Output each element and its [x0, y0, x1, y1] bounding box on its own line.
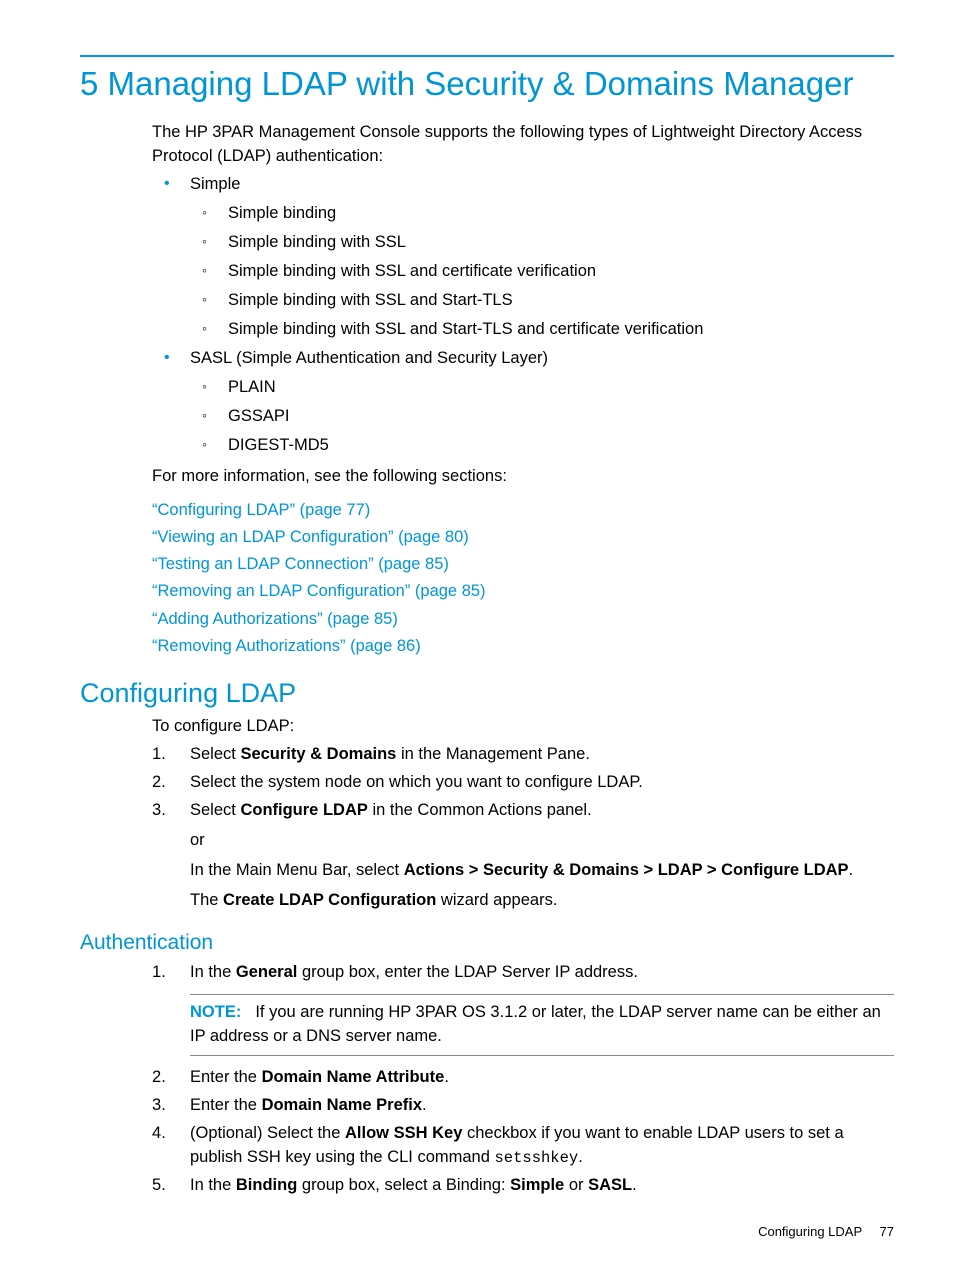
cross-ref-link[interactable]: “Removing Authorizations” (page 86)	[152, 637, 421, 655]
page-footer: Configuring LDAP 77	[758, 1224, 894, 1239]
step-item: In the General group box, enter the LDAP…	[152, 961, 894, 1057]
step-item: (Optional) Select the Allow SSH Key chec…	[152, 1122, 894, 1170]
intro-paragraph: The HP 3PAR Management Console supports …	[152, 121, 894, 169]
list-item: DIGEST-MD5	[190, 436, 894, 455]
cross-ref-link[interactable]: “Viewing an LDAP Configuration” (page 80…	[152, 528, 469, 546]
cross-ref-link[interactable]: “Removing an LDAP Configuration” (page 8…	[152, 582, 486, 600]
list-item-label: SASL (Simple Authentication and Security…	[190, 349, 548, 367]
step-item: Select the system node on which you want…	[152, 771, 894, 795]
list-item: Simple binding with SSL	[190, 233, 894, 252]
step-item: Select Security & Domains in the Managem…	[152, 743, 894, 767]
note-text: If you are running HP 3PAR OS 3.1.2 or l…	[190, 1003, 881, 1045]
step-item: Select Configure LDAP in the Common Acti…	[152, 799, 894, 913]
section-intro: To configure LDAP:	[152, 715, 894, 739]
cross-ref-link[interactable]: “Configuring LDAP” (page 77)	[152, 501, 370, 519]
step-item: Enter the Domain Name Attribute.	[152, 1066, 894, 1090]
section-title-configuring-ldap: Configuring LDAP	[80, 678, 894, 709]
more-info-text: For more information, see the following …	[152, 465, 894, 489]
list-item-label: Simple	[190, 175, 240, 193]
step-item: In the Binding group box, select a Bindi…	[152, 1174, 894, 1198]
step-item: Enter the Domain Name Prefix.	[152, 1094, 894, 1118]
note-label: NOTE:	[190, 1003, 241, 1021]
section-title-authentication: Authentication	[80, 931, 894, 955]
cross-ref-link[interactable]: “Testing an LDAP Connection” (page 85)	[152, 555, 449, 573]
list-item: Simple binding with SSL and Start-TLS an…	[190, 320, 894, 339]
chapter-title: 5 Managing LDAP with Security & Domains …	[80, 65, 894, 103]
footer-page-number: 77	[880, 1224, 894, 1239]
footer-section: Configuring LDAP	[758, 1224, 862, 1239]
list-item: GSSAPI	[190, 407, 894, 426]
list-item: PLAIN	[190, 378, 894, 397]
list-item: Simple binding with SSL and Start-TLS	[190, 291, 894, 310]
cross-ref-link[interactable]: “Adding Authorizations” (page 85)	[152, 610, 398, 628]
list-item: Simple binding	[190, 204, 894, 223]
list-item: Simple Simple binding Simple binding wit…	[152, 175, 894, 339]
note-box: NOTE:If you are running HP 3PAR OS 3.1.2…	[190, 994, 894, 1056]
list-item: SASL (Simple Authentication and Security…	[152, 349, 894, 455]
list-item: Simple binding with SSL and certificate …	[190, 262, 894, 281]
